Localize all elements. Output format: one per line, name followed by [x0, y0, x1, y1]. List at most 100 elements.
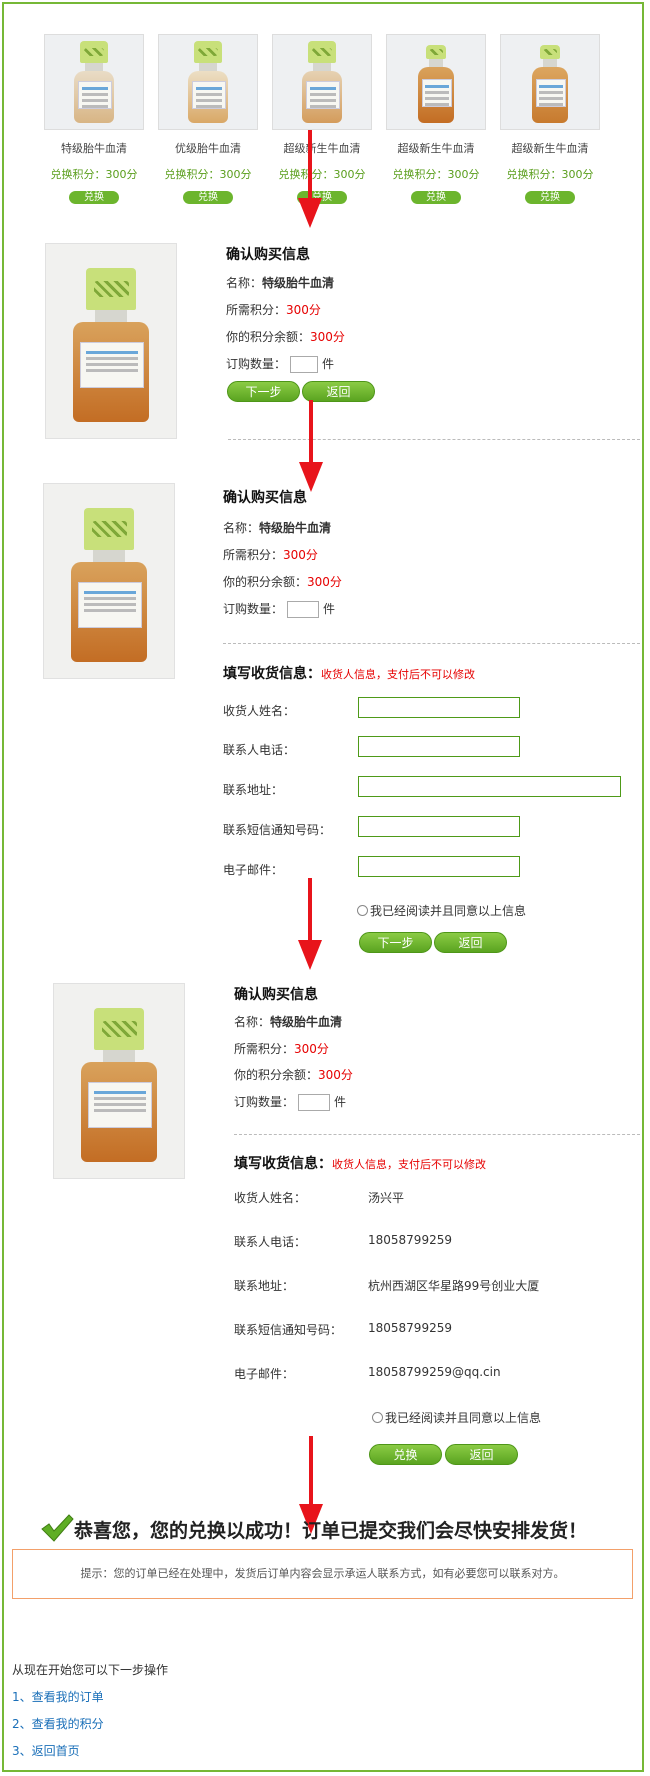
- notice-box: 提示：您的订单已经在处理中，发货后订单内容会显示承运人联系方式，如有必要您可以联…: [12, 1549, 633, 1599]
- quantity-row: 订购数量： 件: [226, 355, 334, 373]
- agree-row[interactable]: 我已经阅读并且同意以上信息: [372, 1409, 541, 1426]
- shipping-title: 填写收货信息：: [223, 666, 321, 682]
- field-label: 联系地址：: [223, 783, 284, 797]
- balance-label: 你的积分余额：: [223, 575, 308, 589]
- receiver-name-input[interactable]: [358, 697, 520, 718]
- required-points-row: 所需积分：300分: [223, 546, 318, 563]
- qty-label: 订购数量：: [226, 357, 287, 371]
- agree-label: 我已经阅读并且同意以上信息: [385, 1411, 542, 1425]
- agree-radio[interactable]: [357, 905, 368, 916]
- back-button[interactable]: 返回: [434, 932, 507, 953]
- email-value: 18058799259@qq.cin: [368, 1365, 501, 1379]
- product-name: 超级新生牛血清: [511, 142, 589, 155]
- product-card-4[interactable]: 超级新生牛血清 兑换积分：300分 兑换: [386, 34, 486, 204]
- product-points: 兑换积分：300分: [164, 168, 252, 181]
- field-label: 联系地址：: [234, 1279, 295, 1293]
- next-button[interactable]: 下一步: [227, 381, 300, 402]
- link-my-points[interactable]: 2、查看我的积分: [12, 1715, 104, 1732]
- name-value: 特级胎牛血清: [262, 276, 335, 290]
- field-label: 联系短信通知号码：: [234, 1323, 343, 1337]
- link-my-orders[interactable]: 1、查看我的订单: [12, 1688, 104, 1705]
- quantity-input[interactable]: [298, 1094, 331, 1111]
- field-label: 联系短信通知号码：: [223, 823, 332, 837]
- agree-radio[interactable]: [372, 1412, 383, 1423]
- product-name: 优级胎牛血清: [175, 142, 241, 155]
- phone-input[interactable]: [358, 736, 520, 757]
- agree-label: 我已经阅读并且同意以上信息: [370, 904, 527, 918]
- exchange-button[interactable]: 兑换: [183, 191, 233, 204]
- divider: [228, 439, 640, 440]
- field-label: 联系人电话：: [234, 1235, 307, 1249]
- required-value: 300分: [286, 303, 321, 317]
- field-label: 收货人姓名：: [223, 704, 296, 718]
- product-card-2[interactable]: 优级胎牛血清 兑换积分：300分 兑换: [158, 34, 258, 204]
- field-label: 电子邮件：: [234, 1367, 295, 1381]
- address-input[interactable]: [358, 776, 621, 797]
- exchange-button[interactable]: 兑换: [411, 191, 461, 204]
- back-button[interactable]: 返回: [445, 1444, 518, 1465]
- product-points: 兑换积分：300分: [392, 168, 480, 181]
- name-value: 特级胎牛血清: [259, 521, 332, 535]
- qty-label: 订购数量：: [223, 602, 284, 616]
- link-home[interactable]: 3、返回首页: [12, 1742, 80, 1759]
- email-input[interactable]: [358, 856, 520, 877]
- required-label: 所需积分：: [223, 548, 284, 562]
- divider: [223, 643, 640, 644]
- product-photo: [45, 243, 177, 439]
- product-image[interactable]: [44, 34, 144, 130]
- product-points: 兑换积分：300分: [278, 168, 366, 181]
- exchange-button[interactable]: 兑换: [69, 191, 119, 204]
- shipping-title: 填写收货信息：: [234, 1156, 332, 1172]
- exchange-submit-button[interactable]: 兑换: [369, 1444, 442, 1465]
- exchange-button[interactable]: 兑换: [525, 191, 575, 204]
- product-image[interactable]: [386, 34, 486, 130]
- balance-value: 300分: [318, 1068, 353, 1082]
- field-label: 电子邮件：: [223, 863, 284, 877]
- required-label: 所需积分：: [234, 1042, 295, 1056]
- quantity-row: 订购数量： 件: [223, 600, 335, 618]
- next-steps-heading: 从现在开始您可以下一步操作: [12, 1663, 169, 1677]
- required-points-row: 所需积分：300分: [226, 301, 321, 318]
- product-name-row: 名称：特级胎牛血清: [226, 274, 334, 291]
- quantity-input[interactable]: [287, 601, 320, 618]
- confirm-title: 确认购买信息: [223, 490, 307, 506]
- check-icon: [40, 1512, 74, 1544]
- name-value: 特级胎牛血清: [270, 1015, 343, 1029]
- required-label: 所需积分：: [226, 303, 287, 317]
- qty-label: 订购数量：: [234, 1095, 295, 1109]
- product-name-row: 名称：特级胎牛血清: [223, 519, 331, 536]
- balance-row: 你的积分余额：300分: [223, 573, 342, 590]
- address-value: 杭州西湖区华星路99号创业大厦: [368, 1279, 540, 1293]
- field-label: 收货人姓名：: [234, 1191, 307, 1205]
- product-card-5[interactable]: 超级新生牛血清 兑换积分：300分 兑换: [500, 34, 600, 204]
- product-name: 超级新生牛血清: [397, 142, 475, 155]
- product-points: 兑换积分：300分: [50, 168, 138, 181]
- product-name: 超级新生牛血清: [283, 142, 361, 155]
- next-button[interactable]: 下一步: [359, 932, 432, 953]
- shipping-note: 收货人信息，支付后不可以修改: [321, 668, 475, 681]
- flow-arrow-icon: [298, 130, 322, 228]
- agree-row[interactable]: 我已经阅读并且同意以上信息: [357, 902, 526, 919]
- name-label: 名称：: [234, 1015, 271, 1029]
- product-photo: [53, 983, 185, 1179]
- divider: [234, 1134, 640, 1135]
- balance-label: 你的积分余额：: [226, 330, 311, 344]
- phone-value: 18058799259: [368, 1233, 452, 1247]
- flow-arrow-icon: [299, 400, 323, 492]
- back-button[interactable]: 返回: [302, 381, 375, 402]
- product-card-1[interactable]: 特级胎牛血清 兑换积分：300分 兑换: [44, 34, 144, 204]
- product-image[interactable]: [158, 34, 258, 130]
- balance-value: 300分: [310, 330, 345, 344]
- balance-row: 你的积分余额：300分: [226, 328, 345, 345]
- flow-arrow-icon: [298, 878, 322, 970]
- balance-value: 300分: [307, 575, 342, 589]
- product-image[interactable]: [272, 34, 372, 130]
- sms-number-input[interactable]: [358, 816, 520, 837]
- quantity-input[interactable]: [290, 356, 319, 373]
- qty-unit: 件: [323, 602, 336, 616]
- product-card-3[interactable]: 超级新生牛血清 兑换积分：300分 兑换: [272, 34, 372, 204]
- name-label: 名称：: [226, 276, 263, 290]
- product-image[interactable]: [500, 34, 600, 130]
- product-name: 特级胎牛血清: [61, 142, 127, 155]
- receiver-name-value: 汤兴平: [368, 1191, 405, 1205]
